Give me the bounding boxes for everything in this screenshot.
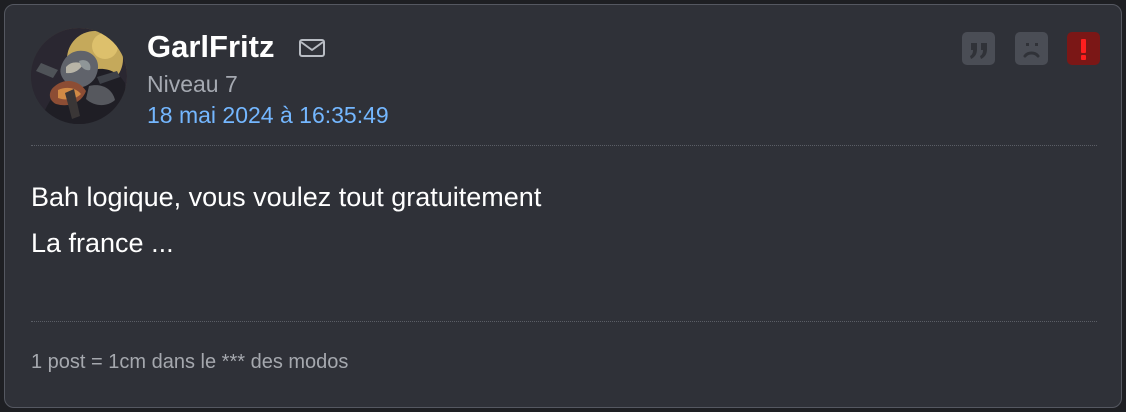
user-level: Niveau 7 xyxy=(147,71,238,97)
quote-button[interactable] xyxy=(962,32,995,65)
send-message-button[interactable] xyxy=(297,38,327,58)
username[interactable]: GarlFritz xyxy=(147,27,274,67)
forum-post-card: GarlFritz Niveau 7 18 mai 2024 à 16:35:4… xyxy=(4,4,1122,408)
signature-divider xyxy=(31,321,1097,322)
post-header-divider xyxy=(31,145,1097,146)
sad-reaction-button[interactable] xyxy=(1015,32,1048,65)
armored-character-avatar-icon xyxy=(31,28,127,124)
sad-face-icon xyxy=(1023,43,1040,58)
exclamation-icon xyxy=(1081,39,1086,60)
avatar[interactable] xyxy=(31,28,127,124)
quote-icon xyxy=(970,43,987,59)
report-button[interactable] xyxy=(1067,32,1100,65)
mail-icon xyxy=(299,39,325,57)
user-signature: 1 post = 1cm dans le *** des modos xyxy=(31,351,349,373)
post-message-line: La france ... xyxy=(31,228,174,258)
post-message-line: Bah logique, vous voulez tout gratuiteme… xyxy=(31,182,542,212)
post-message: Bah logique, vous voulez tout gratuiteme… xyxy=(31,174,1091,266)
post-timestamp-link[interactable]: 18 mai 2024 à 16:35:49 xyxy=(147,100,389,130)
